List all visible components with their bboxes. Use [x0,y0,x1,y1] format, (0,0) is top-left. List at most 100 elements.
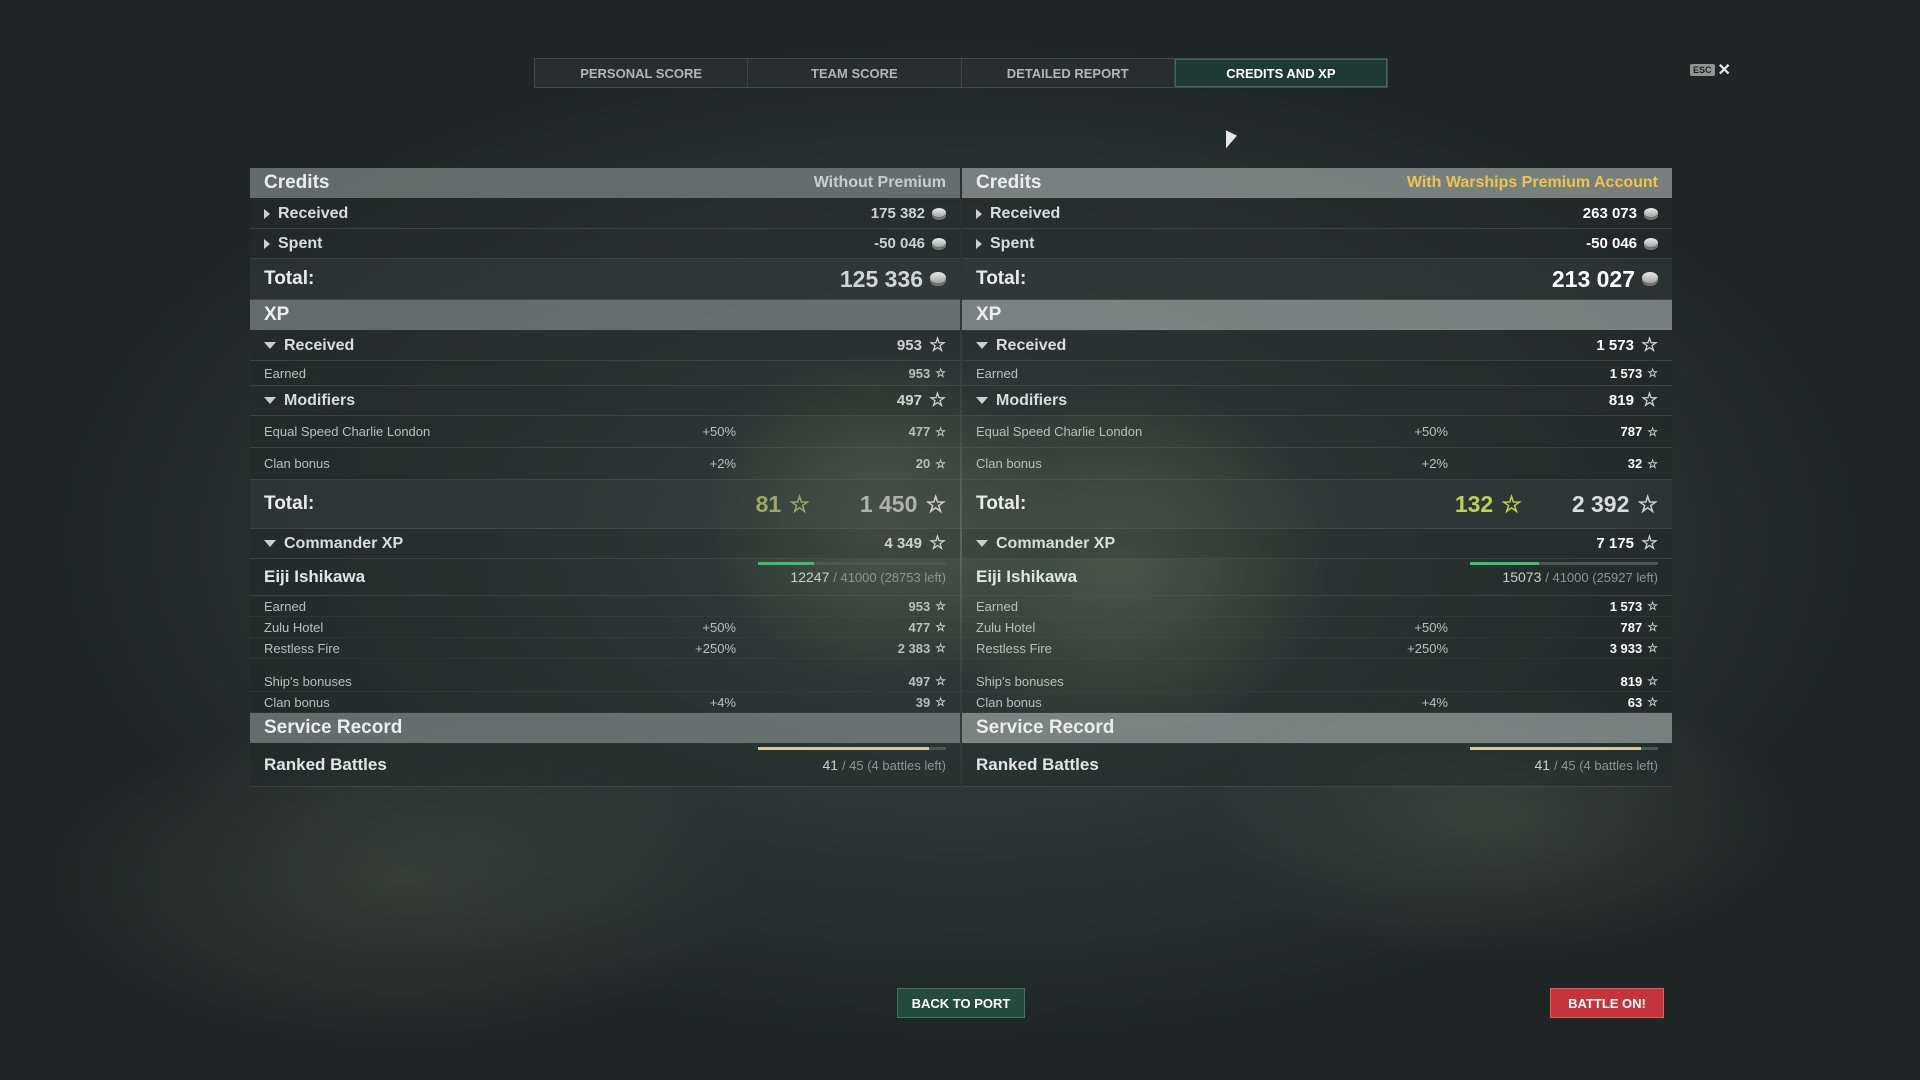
star-icon: ☆ [925,490,946,517]
star-icon: ☆ [935,456,946,471]
commander-bonus-row: Ship's bonuses 819 ☆ [962,671,1672,692]
mouse-cursor-icon [1226,130,1237,154]
modifier-row: Equal Speed Charlie London +50% 477 ☆ [250,416,960,448]
xp-earned-row: Earned 1 573 ☆ [962,361,1672,386]
commander-bonus-value: 787 [1620,619,1643,635]
progress-fill [1470,562,1540,565]
commander-name: Eiji Ishikawa [264,567,366,586]
triangle-down-icon [976,342,988,349]
credits-total-value: 125 336 [839,265,923,292]
account-type-label: With Warships Premium Account [1406,174,1658,191]
star-icon: ☆ [1640,335,1658,356]
xp-header: XP [962,300,1672,330]
modifier-row: Equal Speed Charlie London +50% 787 ☆ [962,416,1672,448]
modifier-name: Clan bonus [976,456,1042,471]
commander-bonus-percent: +50% [702,619,736,635]
commander-name: Eiji Ishikawa [976,567,1078,586]
triangle-right-icon [264,238,270,249]
xp-modifiers-row[interactable]: Modifiers 819 ☆ [962,386,1672,416]
panel-with-premium: Credits With Warships Premium Account Re… [962,168,1672,787]
tab-personal-score[interactable]: PERSONAL SCORE [535,59,749,87]
star-icon: ☆ [935,366,946,380]
xp-modifiers-row[interactable]: Modifiers 497 ☆ [250,386,960,416]
commander-progress-rest: / 41000 (25927 left) [1545,570,1658,585]
modifier-value: 477 [908,424,931,439]
xp-received-value: 1 573 [1596,337,1634,354]
commander-xp-row[interactable]: Commander XP 4 349 ☆ [250,529,960,559]
xp-total-value: 1 450 [859,490,918,517]
xp-modifiers-value: 497 [896,392,922,409]
star-icon: ☆ [935,599,946,613]
credits-total-row: Total: 125 336 [250,259,960,300]
modifier-percent: +2% [709,456,736,471]
commander-progress-bar [1470,562,1658,565]
commander-xp-label: Commander XP [284,534,404,552]
battle-on-button[interactable]: BATTLE ON! [1550,988,1664,1018]
ranked-battles-row: Ranked Battles 41 / 45 (4 battles left) [250,744,960,787]
xp-received-row[interactable]: Received 953 ☆ [250,331,960,361]
silver-coin-icon [1644,237,1658,250]
commander-xp-row[interactable]: Commander XP 7 175 ☆ [962,529,1672,559]
commander-bonus-row: Ship's bonuses 497 ☆ [250,671,960,692]
credits-received-row[interactable]: Received 263 073 [962,199,1672,229]
ranked-current: 41 [1534,757,1551,773]
credits-spent-label: Spent [278,234,323,252]
service-record-title: Service Record [264,717,403,738]
modifier-row: Clan bonus +2% 20 ☆ [250,448,960,480]
ranked-progress-bar [758,747,946,750]
ranked-rest: / 45 (4 battles left) [841,758,946,773]
commander-bonus-row: Zulu Hotel +50% 477 ☆ [250,617,960,638]
credits-received-value: 175 382 [870,205,925,222]
xp-total-row: Total: 132 ☆ 2 392 ☆ [962,480,1672,529]
credits-spent-row[interactable]: Spent -50 046 [250,229,960,259]
commander-progress-row: Eiji Ishikawa 12247 / 41000 (28753 left) [250,559,960,596]
commander-xp-label: Commander XP [996,534,1116,552]
spacer [962,659,1672,671]
xp-total-value: 2 392 [1571,490,1630,517]
star-icon: ☆ [789,490,810,517]
xp-bonus-value: 132 [1454,490,1494,517]
xp-received-row[interactable]: Received 1 573 ☆ [962,331,1672,361]
commander-earned-value: 953 [908,598,931,614]
star-icon: ☆ [935,695,946,709]
credits-spent-row[interactable]: Spent -50 046 [962,229,1672,259]
triangle-right-icon [264,208,270,219]
commander-bonus-value: 2 383 [897,640,931,656]
triangle-down-icon [976,397,988,404]
close-button[interactable]: ESC ✕ [1690,60,1731,80]
star-icon: ☆ [1640,533,1658,554]
results-tabs: PERSONAL SCORE TEAM SCORE DETAILED REPOR… [534,58,1388,88]
triangle-right-icon [976,238,982,249]
star-icon: ☆ [1647,620,1658,634]
credits-total-value: 213 027 [1551,265,1635,292]
xp-modifiers-label: Modifiers [284,391,356,409]
back-to-port-button[interactable]: BACK TO PORT [897,988,1025,1018]
esc-key-icon: ESC [1690,64,1715,76]
commander-bonus-percent: +250% [1407,640,1448,656]
tab-team-score[interactable]: TEAM SCORE [748,59,962,87]
tab-detailed-report[interactable]: DETAILED REPORT [962,59,1175,87]
modifier-value: 20 [915,456,931,471]
xp-earned-value: 1 573 [1609,365,1643,381]
xp-received-label: Received [996,336,1067,354]
commander-bonus-value: 3 933 [1609,640,1643,656]
xp-total-label: Total: [976,493,1027,514]
tab-credits-and-xp[interactable]: CREDITS AND XP [1174,59,1387,87]
commander-bonus-name: Restless Fire [264,640,340,656]
commander-bonus-row: Zulu Hotel +50% 787 ☆ [962,617,1672,638]
commander-xp-value: 4 349 [884,535,922,552]
xp-total-label: Total: [264,493,315,514]
modifier-name: Equal Speed Charlie London [264,424,431,439]
account-type-label: Without Premium [813,174,946,191]
commander-bonus-row: Clan bonus +4% 63 ☆ [962,692,1672,713]
commander-earned-value: 1 573 [1609,598,1643,614]
credits-received-row[interactable]: Received 175 382 [250,199,960,229]
xp-bonus-value: 81 [755,490,782,517]
commander-bonus-name: Ship's bonuses [264,673,352,689]
commander-bonus-row: Restless Fire +250% 2 383 ☆ [250,638,960,659]
modifier-percent: +50% [1414,424,1448,439]
credits-title: Credits [976,172,1042,193]
xp-earned-row: Earned 953 ☆ [250,361,960,386]
silver-coin-icon [930,272,946,286]
spacer [250,659,960,671]
